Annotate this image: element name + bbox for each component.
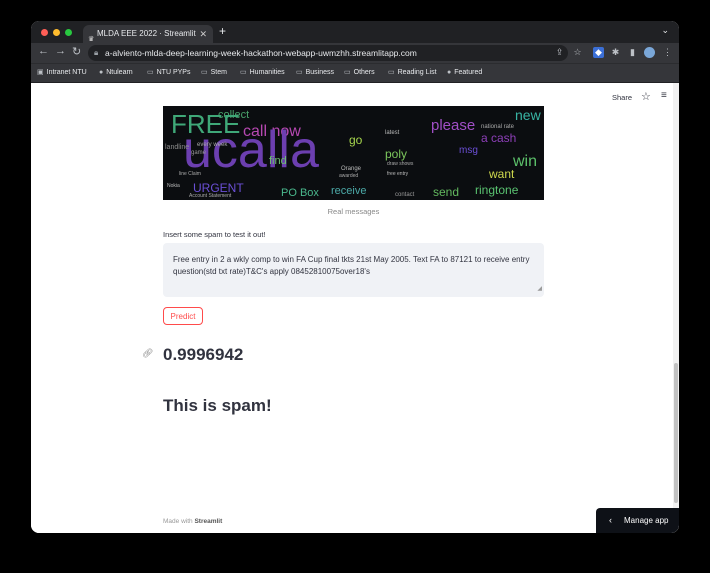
- manage-app-button[interactable]: ‹ Manage app: [596, 508, 679, 533]
- close-tab-icon[interactable]: ✕: [199, 25, 207, 43]
- folder-icon: ▭: [240, 69, 247, 76]
- streamlit-page: Share ☆ ≡ collect call now please ucalla…: [31, 83, 679, 533]
- spam-text-input[interactable]: Free entry in 2 a wkly comp to win FA Cu…: [163, 243, 544, 297]
- minimize-window-button[interactable]: [53, 29, 60, 36]
- lock-icon: 🔒︎: [94, 48, 99, 57]
- wordcloud-word: free entry: [387, 171, 409, 177]
- bookmark-business[interactable]: ▭ Business: [296, 68, 334, 78]
- spam-text-value: Free entry in 2 a wkly comp to win FA Cu…: [173, 255, 530, 276]
- folder-icon: ▭: [201, 69, 208, 76]
- bookmark-others[interactable]: ▭ Others: [344, 68, 375, 78]
- wordcloud-word: game: [191, 150, 207, 156]
- profile-avatar[interactable]: [644, 47, 655, 58]
- bookmark-stem[interactable]: ▭ Stem: [201, 68, 227, 78]
- bookmark-intranet-ntu[interactable]: ▣ Intranet NTU: [37, 68, 87, 78]
- folder-icon: ▭: [344, 69, 351, 76]
- wordcloud-word: Account Statement: [189, 193, 232, 199]
- browser-menu-icon[interactable]: ⋮: [662, 47, 673, 58]
- wordcloud-word: ringtone: [475, 183, 519, 197]
- wordcloud-word: latest: [385, 130, 400, 136]
- wordcloud-word: Nokia: [167, 183, 180, 189]
- resize-handle-icon[interactable]: ◢: [537, 283, 542, 295]
- manage-app-label: Manage app: [624, 516, 669, 525]
- extensions-puzzle-icon[interactable]: ✱: [610, 47, 621, 58]
- footer: Made with Streamlit: [163, 518, 222, 525]
- bookmark-humanities[interactable]: ▭ Humanities: [240, 68, 285, 78]
- spam-verdict: This is spam!: [163, 396, 272, 415]
- share-button[interactable]: Share: [612, 93, 632, 102]
- bookmark-ntu-pyps[interactable]: ▭ NTU PYPs: [147, 68, 190, 78]
- wordcloud-word: msg: [459, 145, 478, 156]
- forward-arrow-icon[interactable]: →: [55, 45, 66, 57]
- maximize-window-button[interactable]: [65, 29, 72, 36]
- tab-title: MLDA EEE 2022 · Streamlit: [97, 29, 196, 38]
- back-arrow-icon[interactable]: ←: [38, 45, 49, 57]
- browser-chrome: ♛ MLDA EEE 2022 · Streamlit ✕ + ⌄ ← → ↻ …: [31, 21, 679, 83]
- browser-window: ♛ MLDA EEE 2022 · Streamlit ✕ + ⌄ ← → ↻ …: [31, 21, 679, 533]
- browser-tab[interactable]: ♛ MLDA EEE 2022 · Streamlit ✕: [83, 25, 213, 43]
- footer-prefix: Made with: [163, 518, 193, 525]
- bookmark-ntulearn[interactable]: ● Ntulearn: [99, 68, 133, 78]
- chevron-left-icon: ‹: [609, 515, 612, 525]
- spam-probability: 0.9996942: [163, 345, 244, 364]
- wordcloud-word: win: [513, 153, 538, 170]
- bookmark-reading-list[interactable]: ▭ Reading List: [388, 68, 437, 78]
- wordcloud-word: landline: [165, 144, 190, 151]
- wordcloud-word: please: [431, 117, 476, 134]
- folder-icon: ▭: [147, 69, 154, 76]
- wordcloud-word: send: [433, 185, 460, 199]
- wordcloud-word: PO Box: [281, 187, 319, 199]
- bookmark-star-icon[interactable]: ☆: [572, 47, 583, 58]
- close-window-button[interactable]: [41, 29, 48, 36]
- wordcloud-word: awarded: [339, 173, 359, 179]
- tab-bar: ♛ MLDA EEE 2022 · Streamlit ✕ + ⌄: [31, 21, 679, 43]
- wordcloud-word: new: [515, 107, 541, 123]
- bookmark-featured[interactable]: ● Featured: [447, 68, 482, 78]
- wordcloud-word: FREE: [171, 109, 241, 139]
- wordcloud-word: go: [349, 133, 363, 147]
- wordcloud-word: national rate: [481, 124, 515, 130]
- bitwarden-extension-icon[interactable]: ◆: [593, 47, 604, 58]
- wordcloud-word: Orange: [341, 166, 362, 172]
- ntu-icon: ▣: [37, 69, 44, 76]
- new-tab-button[interactable]: +: [219, 24, 226, 38]
- scrollbar-thumb[interactable]: [674, 363, 678, 503]
- wordcloud-word: want: [489, 167, 515, 181]
- wordcloud-word: every week: [197, 142, 228, 148]
- wordcloud-word: draw shows: [387, 161, 414, 167]
- globe-icon: ●: [99, 69, 104, 76]
- share-page-icon[interactable]: ⇪: [554, 47, 565, 58]
- wordcloud-image: collect call now please ucalla FREE new …: [163, 106, 544, 200]
- anchor-link-icon[interactable]: 🔗︎: [142, 348, 153, 359]
- input-label: Insert some spam to test it out!: [163, 230, 266, 239]
- wordcloud-word: find: [269, 155, 287, 167]
- bookmarks-bar: ▣ Intranet NTU ● Ntulearn ▭ NTU PYPs ▭ Stem …: [31, 63, 679, 82]
- side-panel-icon[interactable]: ▮: [627, 47, 638, 58]
- address-bar[interactable]: 🔒︎ a-alviento-mlda-deep-learning-week-ha…: [88, 45, 568, 61]
- favorite-star-icon[interactable]: ☆: [641, 90, 651, 103]
- hamburger-menu-icon[interactable]: ≡: [661, 90, 667, 101]
- url-text: a-alviento-mlda-deep-learning-week-hacka…: [105, 48, 417, 58]
- wordcloud-word: a cash: [481, 131, 517, 145]
- browser-toolbar: ← → ↻ 🔒︎ a-alviento-mlda-deep-learning-w…: [31, 43, 679, 63]
- wordcloud-word: contact: [395, 192, 415, 198]
- folder-icon: ▭: [388, 69, 395, 76]
- streamlit-link[interactable]: Streamlit: [194, 518, 222, 525]
- folder-icon: ▭: [296, 69, 303, 76]
- image-caption: Real messages: [327, 207, 380, 216]
- reload-icon[interactable]: ↻: [72, 45, 81, 58]
- globe-icon: ●: [447, 69, 452, 76]
- tab-search-chevron-icon[interactable]: ⌄: [661, 25, 669, 36]
- wordcloud-word: poly: [385, 147, 408, 161]
- wordcloud-word: line Claim: [179, 171, 201, 177]
- wordcloud-word: receive: [331, 185, 367, 197]
- predict-button[interactable]: Predict: [163, 307, 203, 325]
